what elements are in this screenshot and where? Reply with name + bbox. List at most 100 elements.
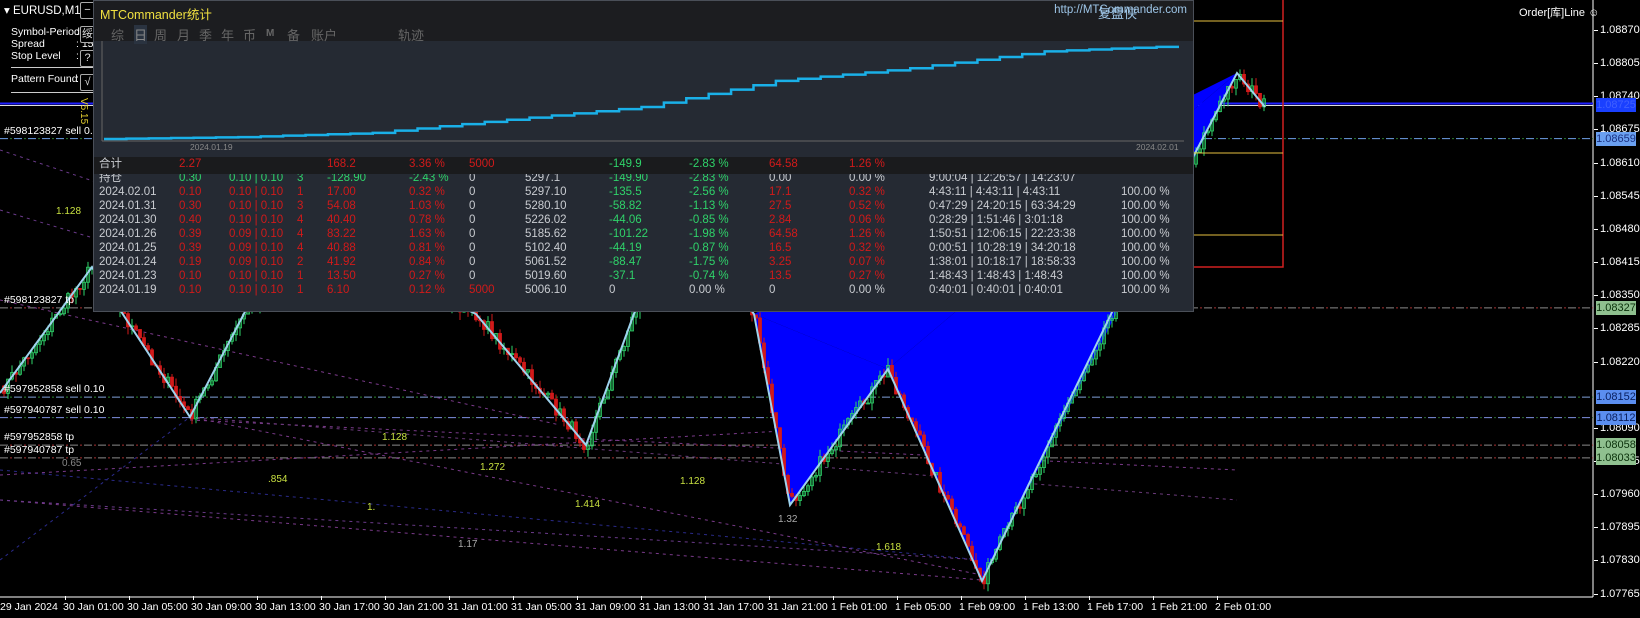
table-cell: 2024.01.23 (99, 270, 157, 282)
table-cell: 0.84 % (409, 256, 445, 268)
symbol-title[interactable]: ▾ EURUSD,M15 (4, 3, 87, 17)
time-tick-label: 31 Jan 01:00 (447, 601, 508, 613)
table-cell: 100.00 % (1121, 214, 1170, 226)
table-cell: 0:28:29 | 1:51:46 | 3:01:18 (929, 214, 1063, 226)
table-cell: -1.13 % (689, 200, 729, 212)
time-tick-label: 29 Jan 2024 (0, 601, 58, 613)
table-cell: 0 (469, 214, 476, 226)
table-cell: -44.19 (609, 242, 642, 254)
time-tick-label: 30 Jan 13:00 (255, 601, 316, 613)
time-tick (769, 596, 770, 600)
table-cell: -58.82 (609, 200, 642, 212)
fib-ratio-label: 1. (367, 502, 376, 513)
fib-line (189, 416, 1238, 501)
fib-ratio-label: .854 (268, 474, 288, 485)
table-cell: -135.5 (609, 186, 642, 198)
table-cell: 2024.01.25 (99, 242, 157, 254)
table-cell: -2.56 % (689, 186, 729, 198)
table-cell: 1 (297, 270, 304, 282)
info-label: Stop Level (11, 50, 61, 62)
candle (790, 492, 794, 497)
time-tick-label: 30 Jan 21:00 (383, 601, 444, 613)
table-cell: 13.50 (327, 270, 356, 282)
time-tick-label: 1 Feb 17:00 (1087, 601, 1144, 613)
equity-end-date: 2024.02.01 (1136, 142, 1179, 152)
table-row: 2024.01.30 0.40 0.10 | 0.10 4 40.40 0.78 % 0 52… (94, 213, 1193, 227)
table-cell: 1.26 % (849, 228, 885, 240)
table-cell: 2.27 (179, 158, 202, 170)
table-cell: 100.00 % (1121, 186, 1170, 198)
time-tick (897, 596, 898, 600)
time-tick-label: 1 Feb 21:00 (1151, 601, 1208, 613)
table-cell: 0.10 (179, 270, 202, 282)
table-cell: 5000 (469, 284, 495, 296)
panel-titlebar[interactable]: MTCommander统计 复盘侠 http://MTCommander.com (94, 1, 1193, 41)
table-cell: 1 (297, 186, 304, 198)
table-cell: 0.10 | 0.10 (229, 270, 284, 282)
indicator-title-text: Order[库]Line (1519, 7, 1586, 19)
table-cell: 1.63 % (409, 228, 445, 240)
table-cell: 0.39 (179, 242, 202, 254)
table-cell: 2024.01.19 (99, 284, 157, 296)
fib-ratio-label: 1.128 (680, 476, 706, 487)
table-cell: 2024.01.30 (99, 214, 157, 226)
time-tick (577, 596, 578, 600)
table-cell: -0.74 % (689, 270, 729, 282)
price-tick-label: 1.08805 (1594, 57, 1640, 69)
time-tick (641, 596, 642, 600)
table-cell: 2024.01.26 (99, 228, 157, 240)
time-tick-label: 1 Feb 05:00 (895, 601, 952, 613)
table-cell: 合计 (99, 158, 122, 170)
candle (946, 495, 950, 500)
table-cell: 0.10 | 0.10 (229, 214, 284, 226)
fib-ratio-label: 1.128 (382, 432, 408, 443)
fib-ratio-label: 1.32 (778, 514, 798, 525)
table-cell: 0 (469, 186, 476, 198)
time-tick-label: 1 Feb 01:00 (831, 601, 888, 613)
table-cell: 2.84 (769, 214, 792, 226)
table-cell: 100.00 % (1121, 200, 1170, 212)
version-label: V5.15 (78, 98, 89, 125)
table-cell: 5185.62 (525, 228, 567, 240)
price-tick-label: 1.08545 (1594, 190, 1640, 202)
order-label: #597940787 tp (4, 443, 75, 456)
time-tick (321, 596, 322, 600)
table-cell: 2024.01.24 (99, 256, 157, 268)
price-marker-order2: 1.08152 (1596, 390, 1636, 405)
table-cell: 0.40 (179, 214, 202, 226)
table-cell: -1.75 % (689, 256, 729, 268)
table-cell: 0.32 % (849, 242, 885, 254)
time-tick-label: 30 Jan 09:00 (191, 601, 252, 613)
table-cell: 1:50:51 | 12:06:15 | 22:23:38 (929, 228, 1076, 240)
time-tick-label: 31 Jan 21:00 (767, 601, 828, 613)
table-cell: 0.12 % (409, 284, 445, 296)
website-link[interactable]: http://MTCommander.com (1054, 4, 1187, 16)
candle (918, 430, 922, 436)
table-cell: 4 (297, 214, 304, 226)
order-label: #598123827 tp (4, 293, 75, 306)
table-cell: 0.32 % (849, 186, 885, 198)
info-label: Pattern Found (11, 73, 78, 85)
table-cell: 64.58 (769, 228, 798, 240)
info-label: Spread (11, 38, 45, 50)
table-cell: -44.06 (609, 214, 642, 226)
table-cell: 0.10 (179, 186, 202, 198)
candle (138, 329, 142, 339)
time-tick-label: 31 Jan 13:00 (639, 601, 700, 613)
fib-ratio-label: 1.414 (575, 499, 601, 510)
order-label: #597952858 tp (4, 431, 75, 444)
time-tick (449, 596, 450, 600)
candle (962, 526, 966, 535)
time-tick (193, 596, 194, 600)
table-row: 2024.01.23 0.10 0.10 | 0.10 1 13.50 0.27 % 0 50… (94, 269, 1193, 283)
fib-ratio-label: 0.65 (62, 458, 82, 469)
table-cell: -2.83 % (689, 158, 729, 170)
table-cell: 0.32 % (409, 186, 445, 198)
table-cell: 1 (297, 284, 304, 296)
table-cell: 13.5 (769, 270, 792, 282)
order-label: #598123827 sell 0.10 (4, 124, 105, 137)
tab-7[interactable]: M (266, 28, 274, 39)
table-cell: 40.40 (327, 214, 356, 226)
table-cell: 17.1 (769, 186, 792, 198)
table-cell: 0 (469, 242, 476, 254)
